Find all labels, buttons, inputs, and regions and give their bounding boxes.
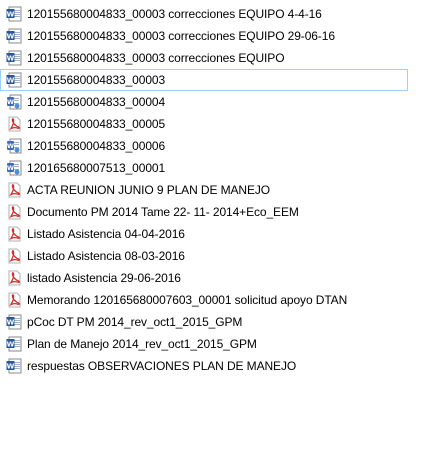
file-name: 120155680004833_00004: [27, 95, 166, 109]
file-row[interactable]: Listado Asistencia 08-03-2016: [0, 245, 447, 267]
file-name: 120155680004833_00003 correcciones EQUIP…: [27, 7, 322, 21]
file-name: listado Asistencia 29-06-2016: [27, 271, 181, 285]
word-document-icon: W: [6, 28, 22, 44]
word-legacy-document-icon: W: [6, 138, 22, 154]
file-row[interactable]: Documento PM 2014 Tame 22- 11- 2014+Eco_…: [0, 201, 447, 223]
word-document-icon: W: [6, 336, 22, 352]
pdf-document-icon: [6, 182, 22, 198]
file-name: Plan de Manejo 2014_rev_oct1_2015_GPM: [27, 337, 257, 351]
file-row[interactable]: Listado Asistencia 04-04-2016: [0, 223, 447, 245]
file-row[interactable]: W Plan de Manejo 2014_rev_oct1_2015_GPM: [0, 333, 447, 355]
svg-text:W: W: [7, 340, 15, 348]
word-document-icon: W: [6, 6, 22, 22]
svg-text:W: W: [7, 10, 15, 18]
svg-text:W: W: [7, 164, 14, 172]
file-row[interactable]: W 120155680004833_00004: [0, 91, 447, 113]
pdf-document-icon: [6, 116, 22, 132]
file-row[interactable]: 120155680004833_00005: [0, 113, 447, 135]
svg-text:W: W: [7, 76, 15, 84]
svg-text:W: W: [7, 54, 15, 62]
file-row[interactable]: ACTA REUNION JUNIO 9 PLAN DE MANEJO: [0, 179, 447, 201]
file-name: pCoc DT PM 2014_rev_oct1_2015_GPM: [27, 315, 243, 329]
file-list: W 120155680004833_00003 correcciones EQU…: [0, 0, 447, 464]
file-name: 120155680004833_00003 correcciones EQUIP…: [27, 29, 335, 43]
pdf-document-icon: [6, 204, 22, 220]
file-name: respuestas OBSERVACIONES PLAN DE MANEJO: [27, 359, 297, 373]
pdf-document-icon: [6, 292, 22, 308]
file-name: 120155680004833_00003 correcciones EQUIP…: [27, 51, 285, 65]
file-row[interactable]: W 120155680004833_00006: [0, 135, 447, 157]
word-document-icon: W: [6, 72, 22, 88]
file-row[interactable]: W 120155680004833_00003: [0, 69, 408, 91]
file-name: Memorando 120165680007603_00001 solicitu…: [27, 293, 348, 307]
file-name: ACTA REUNION JUNIO 9 PLAN DE MANEJO: [27, 183, 270, 197]
word-document-icon: W: [6, 50, 22, 66]
file-name: 120155680004833_00005: [27, 117, 166, 131]
file-row[interactable]: W 120155680004833_00003 correcciones EQU…: [0, 25, 447, 47]
svg-text:W: W: [7, 98, 14, 106]
pdf-document-icon: [6, 248, 22, 264]
file-row[interactable]: W 120165680007513_00001: [0, 157, 447, 179]
file-name: Documento PM 2014 Tame 22- 11- 2014+Eco_…: [27, 205, 299, 219]
file-name: Listado Asistencia 08-03-2016: [27, 249, 185, 263]
file-name: 120165680007513_00001: [27, 161, 166, 175]
file-row[interactable]: W 120155680004833_00003 correcciones EQU…: [0, 47, 447, 69]
file-name: 120155680004833_00006: [27, 139, 166, 153]
word-document-icon: W: [6, 314, 22, 330]
word-legacy-document-icon: W: [6, 94, 22, 110]
file-row[interactable]: W respuestas OBSERVACIONES PLAN DE MANEJ…: [0, 355, 447, 377]
file-row[interactable]: W 120155680004833_00003 correcciones EQU…: [0, 3, 447, 25]
file-row[interactable]: Memorando 120165680007603_00001 solicitu…: [0, 289, 447, 311]
svg-text:W: W: [7, 318, 15, 326]
svg-text:W: W: [7, 142, 14, 150]
pdf-document-icon: [6, 226, 22, 242]
word-legacy-document-icon: W: [6, 160, 22, 176]
word-document-icon: W: [6, 358, 22, 374]
svg-text:W: W: [7, 32, 15, 40]
file-name: Listado Asistencia 04-04-2016: [27, 227, 185, 241]
svg-text:W: W: [7, 362, 15, 370]
file-row[interactable]: listado Asistencia 29-06-2016: [0, 267, 447, 289]
file-row[interactable]: W pCoc DT PM 2014_rev_oct1_2015_GPM: [0, 311, 447, 333]
pdf-document-icon: [6, 270, 22, 286]
file-name: 120155680004833_00003: [27, 73, 166, 87]
